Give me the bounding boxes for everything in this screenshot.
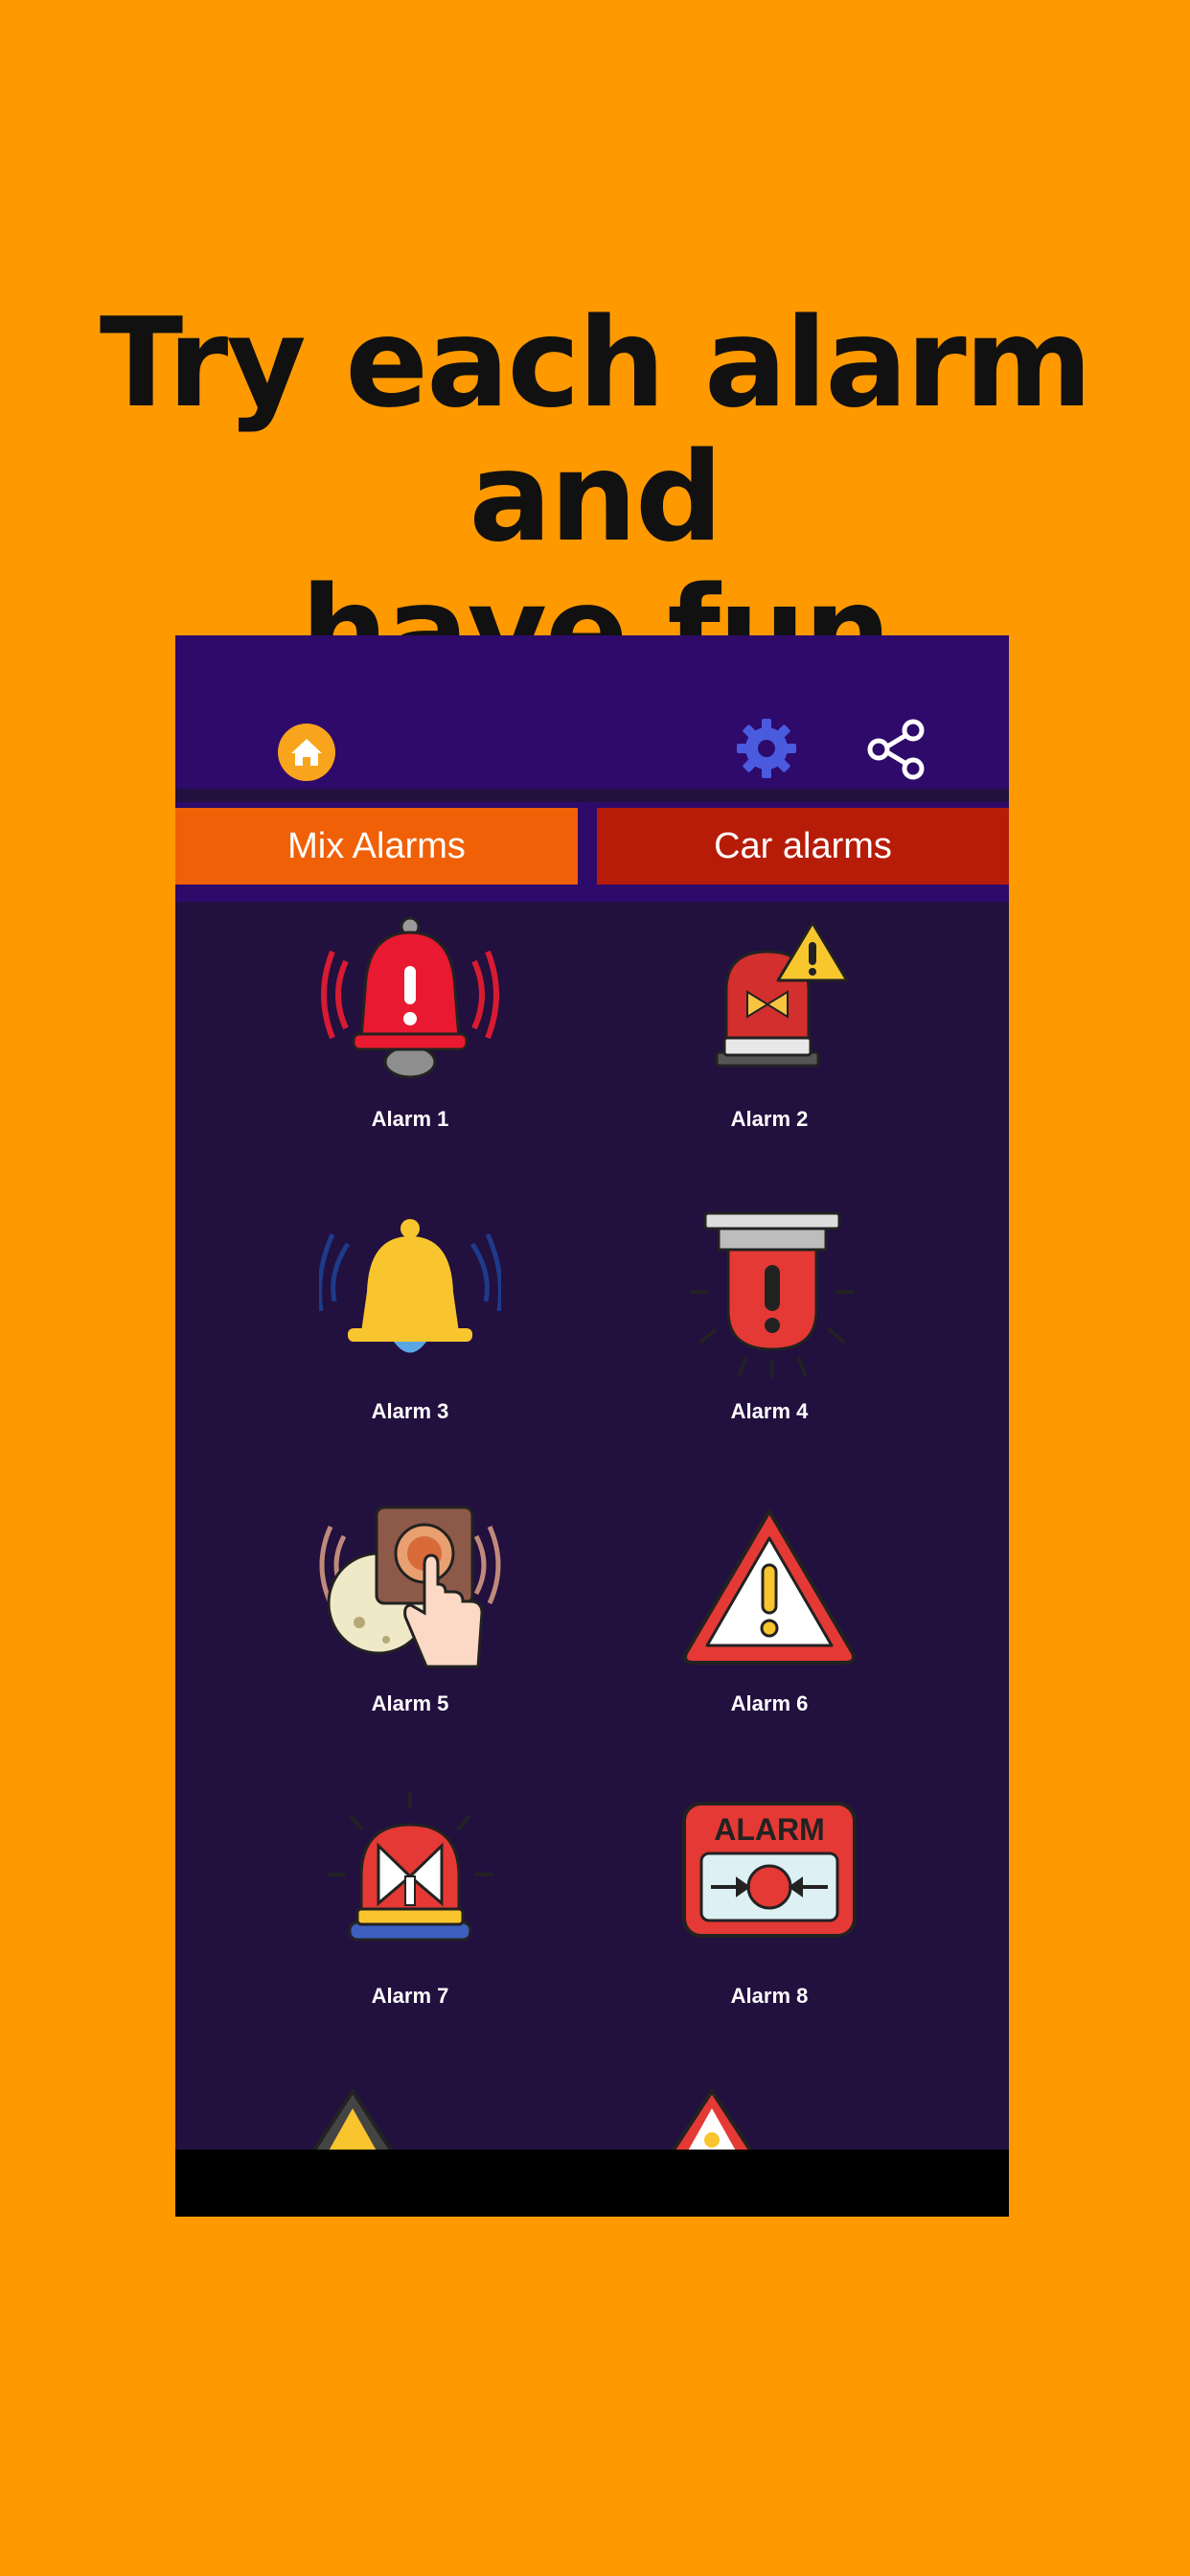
police-light-icon xyxy=(327,1792,493,1942)
svg-text:ALARM: ALARM xyxy=(714,1812,825,1847)
sign-partial-icon xyxy=(671,2087,753,2150)
alarm-item-7[interactable]: Alarm 7 xyxy=(257,1790,544,2058)
tab-car-alarms[interactable]: Car alarms xyxy=(597,808,1009,885)
gear-icon[interactable] xyxy=(733,715,800,782)
headline-line-1: Try each alarm and xyxy=(99,292,1092,569)
alarm-label-3: Alarm 3 xyxy=(371,1399,449,1423)
tab-mix-alarms[interactable]: Mix Alarms xyxy=(175,808,578,885)
yellow-bell-icon xyxy=(319,1219,501,1353)
alarm-label-8: Alarm 8 xyxy=(730,1984,809,2008)
home-icon[interactable] xyxy=(276,722,337,783)
alarm-label-7: Alarm 7 xyxy=(371,1984,449,2008)
alarm-item-6[interactable]: Alarm 6 xyxy=(616,1498,904,1766)
alarm-label-5: Alarm 5 xyxy=(371,1691,449,1715)
top-bar xyxy=(175,635,1009,789)
alarm-item-2[interactable]: Alarm 2 xyxy=(616,913,904,1182)
share-icon[interactable] xyxy=(865,718,928,781)
phone-screen: Mix Alarms Car alarms Alarm 1 Alarm 2 Al… xyxy=(175,635,1009,2217)
alarm-item-5[interactable]: Alarm 5 xyxy=(257,1498,544,1766)
warning-triangle-icon xyxy=(683,1509,856,1665)
alarm-item-3[interactable]: Alarm 3 xyxy=(257,1206,544,1474)
alarm-label-6: Alarm 6 xyxy=(730,1691,809,1715)
alarm-sign-icon: ALARM xyxy=(682,1802,857,1938)
alarm-label-4: Alarm 4 xyxy=(730,1399,809,1423)
alarm-item-8[interactable]: ALARM Alarm 8 xyxy=(616,1790,904,2058)
ringing-bell-icon xyxy=(321,916,499,1079)
siren-warning-icon xyxy=(715,921,849,1068)
alarm-item-1[interactable]: Alarm 1 xyxy=(257,913,544,1182)
system-nav-bar xyxy=(175,2150,1009,2217)
alarm-label-1: Alarm 1 xyxy=(371,1107,449,1131)
tab-bar: Mix Alarms Car alarms xyxy=(175,802,1009,902)
panic-button-icon xyxy=(319,1506,501,1668)
ceiling-alarm-icon xyxy=(690,1211,855,1378)
warning-triangle-partial-icon xyxy=(311,2087,394,2150)
alarm-label-2: Alarm 2 xyxy=(730,1107,809,1131)
alarm-item-4[interactable]: Alarm 4 xyxy=(616,1206,904,1474)
